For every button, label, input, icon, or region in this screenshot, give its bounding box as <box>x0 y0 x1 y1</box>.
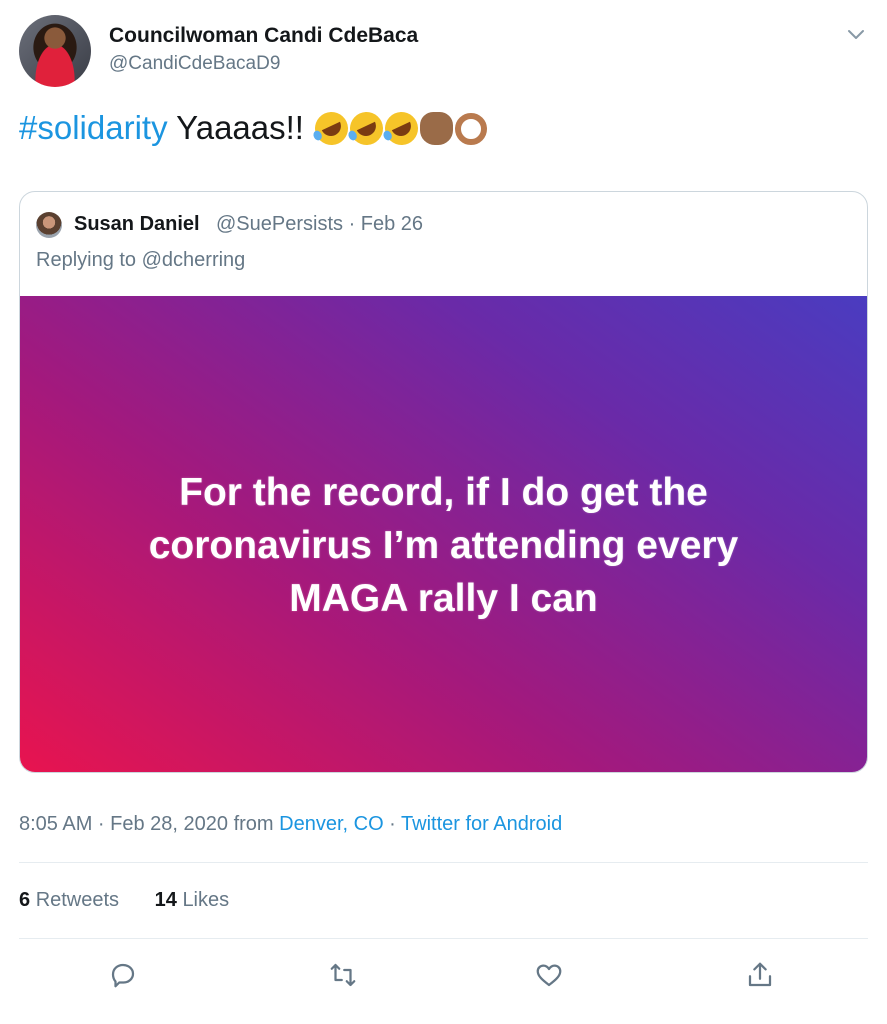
laughing-emoji-icon <box>309 106 354 151</box>
likes-count: 14 <box>154 889 177 911</box>
quoted-author-name: Susan Daniel <box>74 213 200 235</box>
meta-separator: · <box>383 813 402 835</box>
likes-label: Likes <box>182 889 230 911</box>
image-text-line: For the record, if I do get the <box>179 471 708 514</box>
image-text-line: coronavirus I’m attending every <box>148 524 739 567</box>
laughing-emoji-icon <box>344 106 389 151</box>
location-link[interactable]: Denver, CO <box>279 813 383 835</box>
tweet-timestamp[interactable]: 8:05 AM · Feb 28, 2020 from <box>19 813 279 835</box>
tweet-metadata: 8:05 AM · Feb 28, 2020 from Denver, CO ·… <box>19 813 562 836</box>
retweets-count: 6 <box>19 889 31 911</box>
tweet-body: Yaaaas!! <box>167 109 314 146</box>
laughing-emoji-icon <box>379 106 424 151</box>
retweet-icon[interactable] <box>328 960 358 990</box>
image-caption-text: For the record, if I do get the coronavi… <box>60 466 827 625</box>
like-icon[interactable] <box>534 960 564 990</box>
source-link[interactable]: Twitter for Android <box>401 813 562 835</box>
quoted-tweet-card[interactable]: Susan Daniel @SuePersists · Feb 26 Reply… <box>19 191 868 773</box>
author-avatar[interactable] <box>19 15 91 87</box>
likes-stat[interactable]: 14 Likes <box>155 889 230 912</box>
replying-to-label: Replying to @dcherring <box>36 249 246 271</box>
divider <box>19 938 868 939</box>
reply-icon[interactable] <box>108 960 138 990</box>
retweets-label: Retweets <box>35 889 120 911</box>
share-icon[interactable] <box>745 960 775 990</box>
retweets-stat[interactable]: 6 Retweets <box>19 889 119 912</box>
image-text-line: MAGA rally I can <box>289 577 598 620</box>
hashtag-link[interactable]: #solidarity <box>19 109 168 146</box>
author-handle[interactable]: @CandiCdeBacaD9 <box>109 53 280 75</box>
quoted-author-avatar <box>36 212 62 238</box>
divider <box>19 862 868 863</box>
engagement-stats: 6 Retweets 14 Likes <box>19 889 229 912</box>
author-name[interactable]: Councilwoman Candi CdeBaca <box>109 24 418 48</box>
quoted-author-handle-date: @SuePersists · Feb 26 <box>216 213 424 235</box>
tweet-text: #solidarity Yaaaas!! <box>19 106 488 151</box>
ok-hand-emoji-icon <box>455 113 488 145</box>
chevron-down-icon[interactable] <box>844 22 868 46</box>
quoted-tweet-image[interactable]: For the record, if I do get the coronavi… <box>20 296 867 772</box>
raised-fist-emoji-icon <box>420 112 454 145</box>
